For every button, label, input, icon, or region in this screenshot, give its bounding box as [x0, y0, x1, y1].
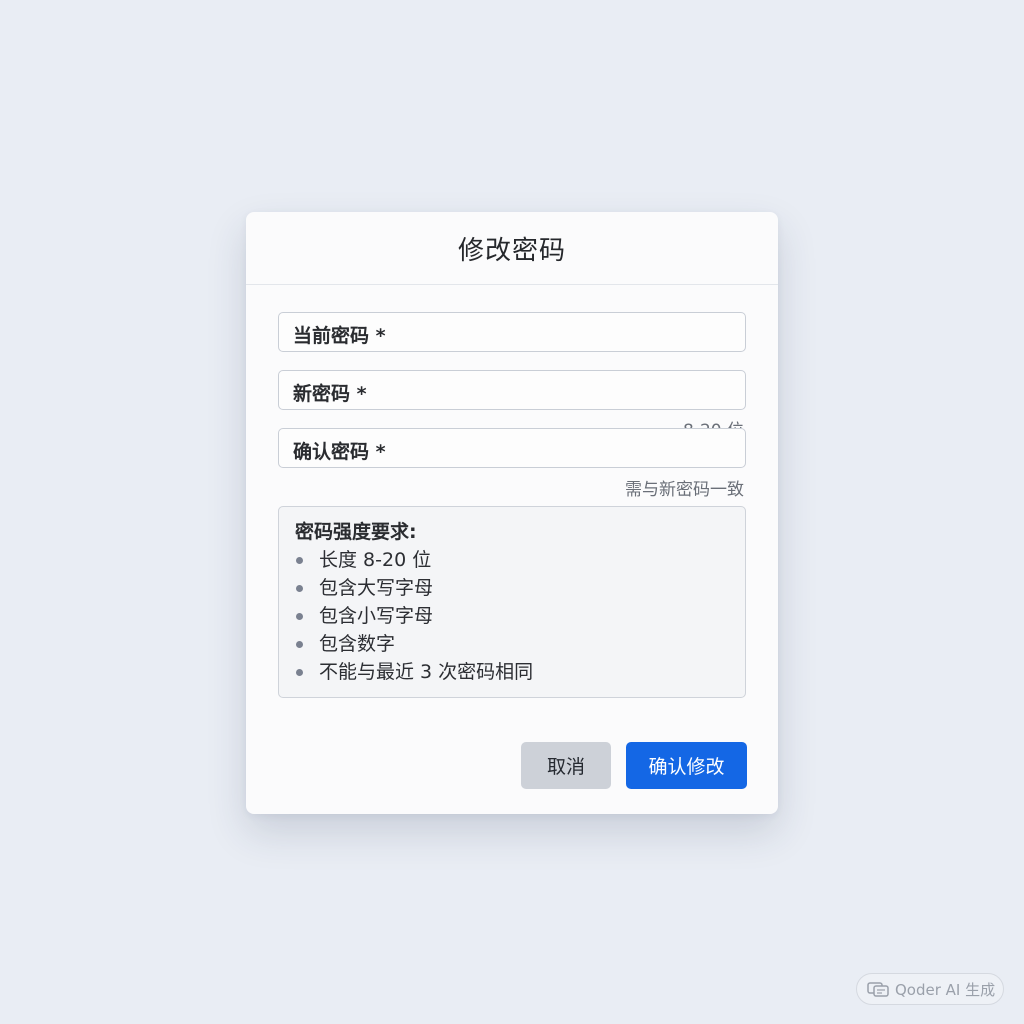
ai-generated-badge: Qoder AI 生成	[856, 973, 1004, 1005]
list-item: 包含数字	[295, 630, 729, 658]
list-item: 长度 8-20 位	[295, 546, 729, 574]
watermark-text: Qoder AI 生成	[895, 980, 996, 999]
list-item: 不能与最近 3 次密码相同	[295, 658, 729, 686]
requirement-text: 包含小写字母	[319, 605, 434, 627]
confirm-password-field[interactable]: 确认密码 *	[278, 428, 746, 468]
current-password-input[interactable]	[419, 319, 735, 347]
requirement-text: 包含大写字母	[319, 577, 434, 599]
confirm-password-input[interactable]	[419, 435, 735, 463]
new-password-label: 新密码 *	[293, 383, 367, 405]
confirm-password-label: 确认密码 *	[293, 441, 386, 463]
ai-badge-icon	[867, 982, 889, 997]
new-password-input[interactable]	[419, 377, 735, 405]
current-password-label: 当前密码 *	[293, 325, 386, 347]
current-password-field[interactable]: 当前密码 *	[278, 312, 746, 352]
new-password-field[interactable]: 新密码 *	[278, 370, 746, 410]
requirements-title: 密码强度要求:	[295, 521, 417, 543]
requirement-text: 包含数字	[319, 633, 396, 655]
bullet-icon	[296, 669, 303, 676]
confirm-change-button[interactable]: 确认修改	[626, 742, 747, 789]
requirement-text: 不能与最近 3 次密码相同	[319, 661, 534, 683]
password-requirements: 密码强度要求: 长度 8-20 位 包含大写字母 包含小写字母 包含数字 不能与…	[278, 506, 746, 698]
cancel-button[interactable]: 取消	[521, 742, 611, 789]
dialog-title: 修改密码	[457, 235, 566, 266]
dialog-header: 修改密码	[246, 212, 778, 285]
bullet-icon	[296, 613, 303, 620]
change-password-dialog: 修改密码 当前密码 * 新密码 * 8-20 位 确认密码 * 需与新密码一致 …	[246, 212, 778, 814]
bullet-icon	[296, 641, 303, 648]
requirements-list: 长度 8-20 位 包含大写字母 包含小写字母 包含数字 不能与最近 3 次密码…	[295, 546, 729, 686]
list-item: 包含小写字母	[295, 602, 729, 630]
list-item: 包含大写字母	[295, 574, 729, 602]
bullet-icon	[296, 557, 303, 564]
confirm-password-hint: 需与新密码一致	[615, 475, 744, 500]
bullet-icon	[296, 585, 303, 592]
requirement-text: 长度 8-20 位	[319, 549, 432, 571]
